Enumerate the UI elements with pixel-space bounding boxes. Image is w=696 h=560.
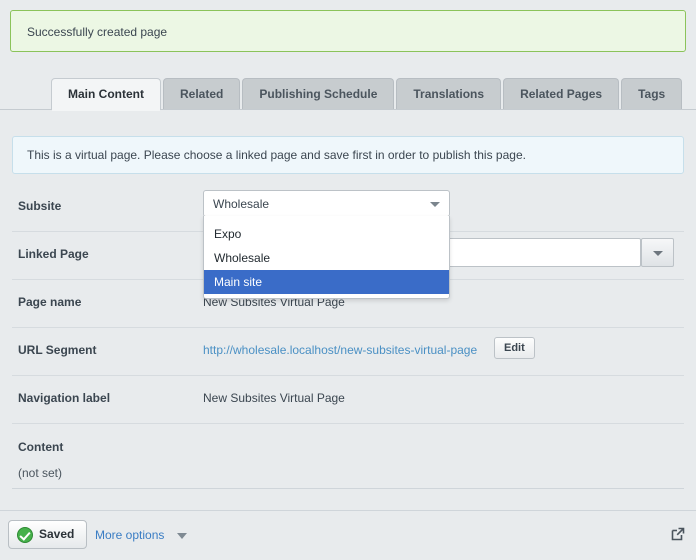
tab-bar: Main Content Related Publishing Schedule… bbox=[0, 78, 696, 111]
main-content-panel: This is a virtual page. Please choose a … bbox=[0, 136, 696, 489]
tab-related-pages[interactable]: Related Pages bbox=[503, 78, 620, 110]
url-segment-edit-button[interactable]: Edit bbox=[494, 337, 535, 359]
content-value: (not set) bbox=[18, 466, 63, 480]
saved-button[interactable]: Saved bbox=[8, 520, 88, 549]
linked-page-dropdown-button[interactable] bbox=[641, 238, 674, 267]
url-segment-value: http://wholesale.localhost/new-subsites-… bbox=[203, 343, 477, 357]
chevron-down-icon bbox=[430, 202, 440, 207]
subsite-select[interactable]: Wholesale bbox=[203, 190, 450, 217]
tab-main-content[interactable]: Main Content bbox=[51, 78, 161, 111]
subsite-dropdown-list[interactable]: Expo Wholesale Main site bbox=[203, 216, 450, 299]
subsite-option-main-site[interactable]: Main site bbox=[204, 270, 449, 294]
chevron-down-icon[interactable] bbox=[177, 533, 187, 539]
tab-publishing-schedule[interactable]: Publishing Schedule bbox=[242, 78, 395, 110]
form-row-content: Content (not set) bbox=[12, 424, 684, 489]
url-segment-label: URL Segment bbox=[18, 343, 97, 357]
more-options-link[interactable]: More options bbox=[95, 528, 164, 542]
subsite-option-wholesale[interactable]: Wholesale bbox=[204, 246, 449, 270]
tab-translations[interactable]: Translations bbox=[396, 78, 502, 110]
page-name-label: Page name bbox=[18, 295, 82, 309]
content-label: Content bbox=[18, 440, 64, 454]
success-notification: Successfully created page bbox=[10, 10, 686, 52]
page-settings-form: Subsite Wholesale Expo Wholesale Main si… bbox=[12, 184, 684, 489]
external-link-icon[interactable] bbox=[670, 526, 686, 542]
chevron-down-icon bbox=[653, 251, 663, 256]
subsite-label: Subsite bbox=[18, 199, 62, 213]
subsite-option-expo[interactable]: Expo bbox=[204, 222, 449, 246]
virtual-page-info-message: This is a virtual page. Please choose a … bbox=[12, 136, 684, 174]
check-circle-icon bbox=[17, 527, 33, 543]
navigation-label-label: Navigation label bbox=[18, 391, 111, 405]
tab-tags[interactable]: Tags bbox=[621, 78, 683, 110]
form-row-url-segment: URL Segment http://wholesale.localhost/n… bbox=[12, 328, 684, 376]
subsite-selected-value: Wholesale bbox=[213, 197, 270, 211]
form-row-navigation-label: Navigation label New Subsites Virtual Pa… bbox=[12, 376, 684, 424]
tab-related[interactable]: Related bbox=[163, 78, 241, 110]
navigation-label-value: New Subsites Virtual Page bbox=[203, 391, 345, 405]
linked-page-label: Linked Page bbox=[18, 247, 89, 261]
action-bar: Saved More options bbox=[0, 510, 696, 560]
url-segment-link[interactable]: http://wholesale.localhost/new-subsites-… bbox=[203, 343, 477, 357]
form-row-subsite: Subsite Wholesale Expo Wholesale Main si… bbox=[12, 184, 684, 299]
saved-button-label: Saved bbox=[39, 527, 75, 541]
notification-area: Successfully created page bbox=[0, 0, 696, 52]
